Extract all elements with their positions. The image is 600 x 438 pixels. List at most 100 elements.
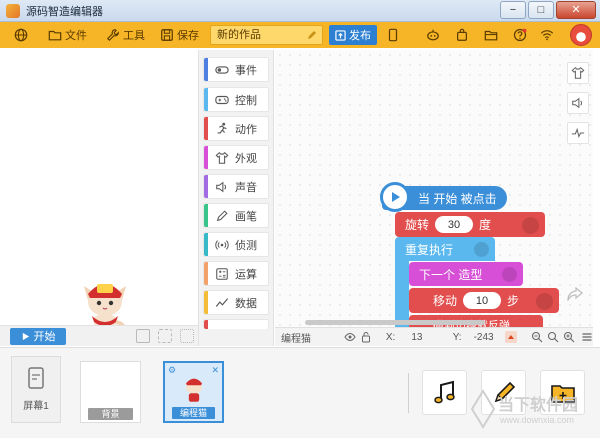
category-color-stripe — [204, 291, 208, 314]
category-label: 运算 — [235, 268, 257, 281]
save-icon — [160, 28, 174, 42]
x-value: 13 — [411, 331, 423, 343]
menu-icon[interactable] — [581, 331, 593, 343]
category-sensing[interactable]: 侦测 — [203, 232, 269, 257]
category-events[interactable]: 事件 — [203, 57, 269, 82]
upload-icon — [335, 29, 346, 41]
shirt-icon — [571, 67, 585, 79]
repeat-forever-block[interactable]: 重复执行 — [395, 237, 495, 261]
screen-tile[interactable]: 屏幕1 — [11, 356, 61, 423]
wrench-icon — [106, 28, 120, 42]
window-titlebar: 源码智造编辑器 − □ ✕ — [0, 0, 600, 22]
remove-small-icon[interactable]: ✕ — [211, 365, 219, 376]
open-folder-icon — [484, 28, 498, 42]
fit-screen-icon[interactable] — [158, 329, 172, 343]
category-more[interactable] — [203, 319, 269, 329]
tools-menu-label: 工具 — [123, 30, 145, 42]
user-avatar[interactable] — [570, 24, 592, 46]
block-gear-icon — [502, 267, 517, 282]
cat-sprite-thumbnail — [185, 378, 203, 402]
sprite-asset-label: 编程猫 — [172, 407, 215, 419]
y-label: Y: — [452, 331, 462, 343]
add-sound-button[interactable] — [422, 370, 467, 415]
sound-tool[interactable] — [567, 92, 589, 114]
when-start-clicked-block[interactable]: 当 开始 被点击 — [380, 182, 507, 212]
costume-tool[interactable] — [567, 62, 589, 84]
maximize-button[interactable]: □ — [528, 1, 554, 19]
category-sound[interactable]: 声音 — [203, 174, 269, 199]
category-label: 画笔 — [235, 210, 257, 223]
code-horizontal-scrollbar[interactable] — [305, 320, 485, 325]
category-color-stripe — [204, 58, 208, 81]
eye-icon[interactable] — [344, 331, 356, 343]
settings-small-icon[interactable]: ⚙ — [168, 365, 176, 376]
stage-canvas[interactable] — [8, 50, 198, 340]
zoom-reset-icon[interactable] — [547, 331, 559, 343]
sensor-icon — [215, 238, 229, 252]
move-unit: 步 — [507, 294, 520, 308]
x-label: X: — [385, 331, 396, 343]
gamepad-icon — [215, 93, 229, 107]
category-data[interactable]: 数据 — [203, 290, 269, 315]
zoom-in-icon[interactable] — [563, 331, 575, 343]
category-color-stripe — [204, 320, 208, 329]
fullscreen-icon[interactable] — [180, 329, 194, 343]
rotate-value-input[interactable]: 30 — [435, 216, 474, 233]
code-workspace[interactable]: 当 开始 被点击 旋转 30 度 重复执行 下一个 造型 移动 10 步 碰到边… — [275, 50, 593, 327]
category-color-stripe — [204, 175, 208, 198]
bag-button[interactable] — [455, 22, 469, 48]
background-asset[interactable]: 背景 — [80, 361, 141, 423]
save-button[interactable]: 保存 — [160, 22, 199, 48]
project-name-input[interactable]: 新的作品 — [210, 25, 323, 45]
category-label: 数据 — [235, 297, 257, 310]
start-label: 开始 — [33, 331, 56, 343]
current-sprite-name: 编程猫 — [281, 333, 311, 345]
category-operators[interactable]: 运算 — [203, 261, 269, 286]
start-button[interactable]: 开始 — [10, 327, 66, 345]
watermark-text: 当下软件园 — [498, 397, 579, 414]
zoom-out-icon[interactable] — [531, 331, 543, 343]
panel-divider — [408, 373, 409, 413]
folder-button[interactable] — [484, 22, 498, 48]
category-pen[interactable]: 画笔 — [203, 203, 269, 228]
category-color-stripe — [204, 233, 208, 256]
file-menu[interactable]: 文件 — [48, 22, 87, 48]
tablet-button[interactable] — [386, 22, 400, 48]
move-label: 移动 — [433, 294, 458, 308]
help-button[interactable] — [513, 22, 527, 48]
lock-icon[interactable] — [360, 331, 372, 343]
chart-icon — [215, 296, 229, 310]
file-menu-label: 文件 — [65, 30, 87, 42]
category-label: 声音 — [235, 181, 257, 194]
share-arrow-icon[interactable] — [567, 287, 583, 301]
hat-block-label: 当 开始 被点击 — [418, 191, 497, 206]
publish-button[interactable]: 发布 — [329, 25, 377, 45]
category-color-stripe — [204, 204, 208, 227]
edit-pencil-icon — [308, 31, 316, 39]
device-icon[interactable] — [136, 329, 150, 343]
category-control[interactable]: 控制 — [203, 87, 269, 112]
move-value-input[interactable]: 10 — [463, 292, 502, 309]
window-title: 源码智造编辑器 — [26, 5, 103, 18]
rotate-unit: 度 — [479, 218, 492, 232]
app-icon — [6, 3, 20, 18]
category-looks[interactable]: 外观 — [203, 145, 269, 170]
repeat-label: 重复执行 — [405, 242, 454, 257]
move-steps-block[interactable]: 移动 10 步 — [409, 288, 559, 313]
rotation-direction-icon[interactable] — [505, 331, 517, 343]
robot-button[interactable] — [426, 22, 440, 48]
sprite-asset-selected[interactable]: ⚙ ✕ 编程猫 — [163, 361, 224, 423]
category-motion[interactable]: 动作 — [203, 116, 269, 141]
wifi-button[interactable] — [540, 22, 554, 48]
tools-menu[interactable]: 工具 — [106, 22, 145, 48]
rotate-block[interactable]: 旋转 30 度 — [395, 212, 545, 237]
category-label: 事件 — [235, 64, 257, 77]
globe-button[interactable] — [14, 22, 28, 48]
pulse-tool[interactable] — [567, 122, 589, 144]
globe-icon — [14, 28, 28, 42]
minimize-button[interactable]: − — [500, 1, 526, 19]
pen-icon — [215, 209, 229, 223]
y-value: -243 — [473, 331, 494, 343]
next-costume-block[interactable]: 下一个 造型 — [409, 262, 523, 286]
close-button[interactable]: ✕ — [556, 1, 596, 19]
